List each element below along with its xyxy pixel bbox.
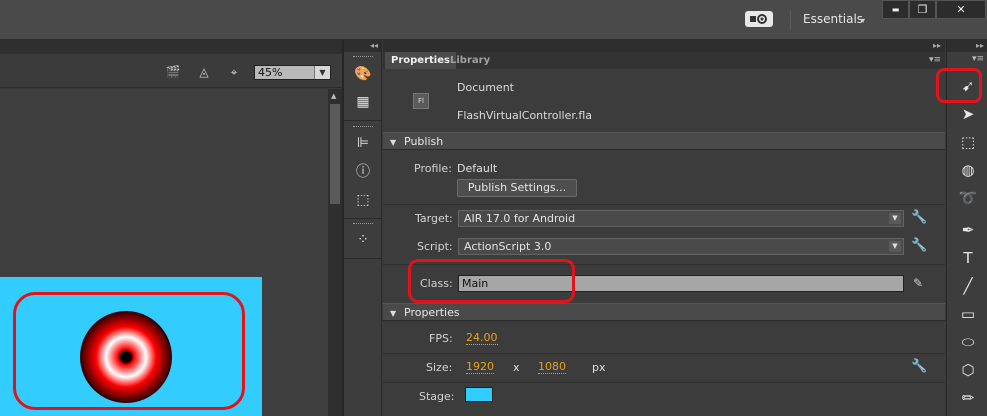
annotation-highlight-joystick [13, 292, 245, 410]
collapsed-panel-column: ◂◂ 🎨 ▦ ⊫ ⓘ ⬚ ⁘ [344, 40, 382, 416]
size-unit-label: px [592, 361, 606, 374]
panel-menu-icon[interactable]: ▾≡ [972, 54, 984, 64]
script-dropdown[interactable]: ActionScript 3.0 ▼ [458, 238, 904, 255]
sync-icon [750, 14, 767, 24]
edit-class-pencil-icon[interactable]: ✎ [913, 276, 923, 290]
workspace-switcher[interactable]: Essentials [803, 12, 863, 26]
wrench-icon[interactable]: 🔧 [911, 238, 927, 254]
document-type-label: Document [457, 81, 514, 94]
chevron-down-icon[interactable]: ▼ [314, 66, 330, 79]
document-tab-strip [0, 40, 343, 54]
zoom-select[interactable]: 45% ▼ [254, 65, 331, 80]
oval-tool-icon[interactable]: ⬭ [956, 331, 980, 353]
center-stage-icon[interactable]: ⌖ [224, 65, 244, 79]
target-label: Target: [415, 212, 453, 225]
3d-rotation-tool-icon[interactable]: ◍ [956, 159, 980, 181]
properties-section-header[interactable]: ▼ Properties [383, 303, 945, 321]
publish-section-header[interactable]: ▼ Publish [383, 132, 945, 150]
divider [383, 204, 945, 205]
toolbar-divider [790, 10, 791, 30]
collapse-triangle-icon: ▼ [390, 309, 397, 318]
fps-value[interactable]: 24.00 [466, 332, 498, 345]
properties-section-label: Properties [404, 306, 460, 319]
properties-panel: ▸▸ Properties Library ▾≡ Fl Document Fla… [383, 40, 945, 416]
edit-bar: 🎬 ◬ ⌖ 45% ▼ [0, 54, 343, 88]
chevron-down-icon: ▼ [889, 213, 901, 224]
transform-icon[interactable]: ⬚ [353, 190, 373, 210]
tab-library[interactable]: Library [444, 52, 496, 69]
size-label: Size: [426, 361, 453, 374]
chevron-down-icon: ▼ [889, 241, 901, 252]
divider [344, 218, 382, 219]
line-tool-icon[interactable]: ╱ [956, 275, 980, 297]
subselection-tool-icon[interactable]: ➤ [956, 103, 980, 125]
annotation-highlight-class [408, 259, 575, 303]
document-file-name: FlashVirtualController.fla [457, 109, 593, 122]
minimize-icon: ▬ [891, 5, 900, 14]
expand-arrows-icon[interactable]: ▸▸ [383, 40, 945, 52]
target-value: AIR 17.0 for Android [464, 212, 576, 225]
stage-color-label: Stage: [419, 390, 455, 403]
sync-settings-button[interactable] [745, 11, 773, 27]
profile-value: Default [457, 162, 498, 175]
publish-section-label: Publish [404, 135, 444, 148]
expand-arrows-icon[interactable]: ▸▸ [947, 40, 987, 52]
restore-icon: ❐ [917, 3, 928, 16]
fps-label: FPS: [429, 332, 453, 345]
info-icon[interactable]: ⓘ [353, 162, 373, 182]
annotation-highlight-selection-tool [936, 68, 982, 103]
stage-height-value[interactable]: 1080 [538, 361, 566, 374]
restore-button[interactable]: ❐ [909, 0, 936, 19]
collapse-triangle-icon: ▼ [390, 138, 397, 147]
wrench-icon[interactable]: 🔧 [911, 359, 927, 375]
stage-scrollbar[interactable]: ▲ [328, 89, 342, 416]
color-palette-icon[interactable]: 🎨 [353, 64, 373, 84]
lasso-tool-icon[interactable]: ➰ [956, 187, 980, 209]
clapper-icon[interactable]: 🎬 [163, 65, 183, 79]
script-label: Script: [417, 240, 453, 253]
panel-menu-icon[interactable]: ▾≡ [929, 55, 941, 65]
panel-tab-bar: Properties Library ▾≡ [383, 52, 945, 69]
pencil-tool-icon[interactable]: ✏ [956, 387, 980, 409]
application-bar: Essentials ▾ ▬ ❐ ✕ [0, 0, 987, 40]
script-value: ActionScript 3.0 [464, 240, 552, 253]
divider [383, 353, 945, 354]
align-icon[interactable]: ⊫ [353, 133, 373, 153]
symbol-icon[interactable]: ◬ [194, 65, 214, 79]
grip-handle[interactable] [353, 56, 373, 59]
minimize-button[interactable]: ▬ [882, 0, 909, 19]
pen-tool-icon[interactable]: ✒ [956, 219, 980, 241]
stage-width-value[interactable]: 1920 [466, 361, 494, 374]
rectangle-tool-icon[interactable]: ▭ [956, 303, 980, 325]
free-transform-tool-icon[interactable]: ⬚ [956, 131, 980, 153]
swatches-grid-icon[interactable]: ▦ [353, 92, 373, 112]
grip-handle[interactable] [353, 223, 373, 226]
divider [344, 120, 382, 121]
profile-label: Profile: [414, 162, 452, 175]
target-dropdown[interactable]: AIR 17.0 for Android ▼ [458, 210, 904, 227]
window-controls: ▬ ❐ ✕ [882, 0, 986, 19]
components-icon[interactable]: ⁘ [353, 230, 373, 250]
close-button[interactable]: ✕ [936, 0, 986, 19]
collapse-arrows-icon[interactable]: ◂◂ [344, 40, 381, 52]
chevron-down-icon[interactable]: ▾ [861, 16, 865, 25]
close-icon: ✕ [956, 3, 966, 16]
scroll-thumb[interactable] [330, 104, 340, 204]
size-times-label: x [513, 361, 520, 374]
text-tool-icon[interactable]: T [956, 247, 980, 269]
flash-document-icon: Fl [413, 93, 429, 109]
polystar-tool-icon[interactable]: ⬡ [956, 359, 980, 381]
wrench-icon[interactable]: 🔧 [911, 210, 927, 226]
scroll-up-icon[interactable]: ▲ [331, 92, 336, 100]
grip-handle[interactable] [353, 126, 373, 129]
divider [344, 258, 382, 259]
zoom-value: 45% [258, 66, 283, 79]
divider [383, 382, 945, 383]
publish-settings-button[interactable]: Publish Settings... [457, 179, 577, 197]
stage-color-swatch[interactable] [465, 387, 493, 402]
